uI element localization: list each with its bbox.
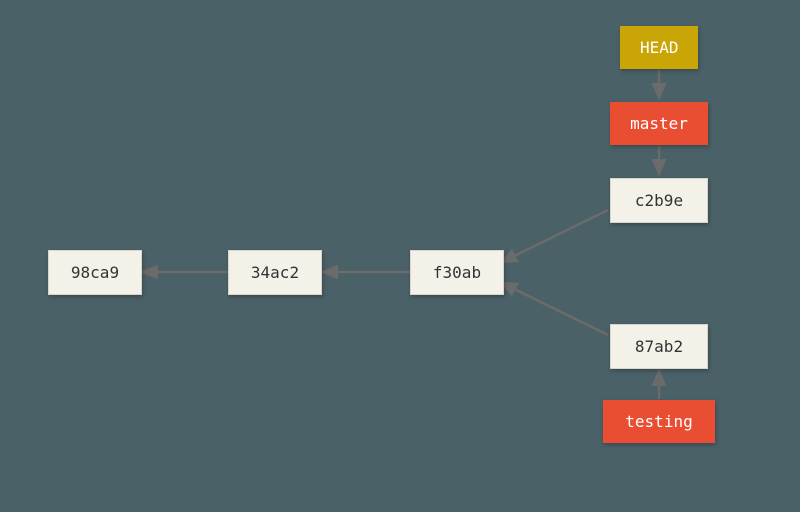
branch-testing: testing xyxy=(603,400,715,443)
commit-87ab2-hash: 87ab2 xyxy=(635,337,683,356)
commit-c2b9e-hash: c2b9e xyxy=(635,191,683,210)
commit-f30ab-hash: f30ab xyxy=(433,263,481,282)
arrow-87ab2-to-f30ab xyxy=(502,283,608,335)
commit-34ac2: 34ac2 xyxy=(228,250,322,295)
commit-f30ab: f30ab xyxy=(410,250,504,295)
branch-master: master xyxy=(610,102,708,145)
commit-98ca9: 98ca9 xyxy=(48,250,142,295)
commit-34ac2-hash: 34ac2 xyxy=(251,263,299,282)
head-pointer: HEAD xyxy=(620,26,698,69)
commit-87ab2: 87ab2 xyxy=(610,324,708,369)
branch-master-label: master xyxy=(630,114,688,133)
branch-testing-label: testing xyxy=(625,412,692,431)
commit-c2b9e: c2b9e xyxy=(610,178,708,223)
head-label: HEAD xyxy=(640,38,679,57)
commit-98ca9-hash: 98ca9 xyxy=(71,263,119,282)
arrow-c2b9e-to-f30ab xyxy=(502,210,608,262)
